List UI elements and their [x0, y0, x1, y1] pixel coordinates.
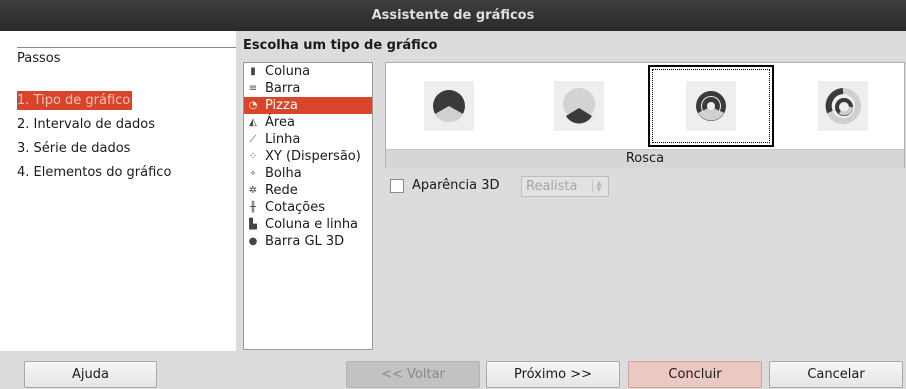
- step-data-series[interactable]: 3. Série de dados: [17, 139, 132, 158]
- exploded-pie-icon: [554, 81, 604, 131]
- chart-type-net[interactable]: ✲ Rede: [244, 182, 372, 199]
- steps-divider: [17, 47, 236, 48]
- chart-type-label: Rede: [265, 183, 298, 198]
- chart-type-area[interactable]: ◭ Área: [244, 114, 372, 131]
- chart-type-stock[interactable]: ╫ Cotações: [244, 199, 372, 216]
- back-button[interactable]: << Voltar: [346, 361, 480, 388]
- chart-type-line[interactable]: ⟋ Linha: [244, 131, 372, 148]
- cancel-button[interactable]: Cancelar: [769, 361, 903, 388]
- chart-type-column[interactable]: ▮ Coluna: [244, 63, 372, 80]
- variant-exploded-donut[interactable]: [780, 65, 906, 147]
- chart-type-bar[interactable]: ≡ Barra: [244, 80, 372, 97]
- appearance-3d-label: Aparência 3D: [412, 178, 500, 193]
- chart-type-label: Pizza: [265, 98, 298, 113]
- spin-arrows-icon: ▲ ▼: [592, 180, 605, 193]
- chart-type-label: Barra: [265, 81, 301, 96]
- finish-button[interactable]: Concluir: [628, 361, 762, 388]
- area-chart-icon: ◭: [249, 117, 257, 128]
- exploded-donut-icon: [818, 81, 868, 131]
- steps-title: Passos: [17, 51, 61, 66]
- chart-type-column-line[interactable]: ▙ Coluna e linha: [244, 216, 372, 233]
- chart-type-bubble[interactable]: ∘ Bolha: [244, 165, 372, 182]
- chart-type-gl3d-bar[interactable]: ● Barra GL 3D: [244, 233, 372, 250]
- appearance-scheme-select: Realista ▲ ▼: [521, 176, 609, 197]
- chart-variant-panel: Rosca: [385, 62, 905, 168]
- donut-icon: [686, 81, 736, 131]
- section-title: Escolha um tipo de gráfico: [243, 38, 438, 53]
- chart-type-label: Coluna: [265, 64, 311, 79]
- bar-chart-icon: ≡: [248, 83, 258, 94]
- appearance-scheme-value: Realista: [526, 179, 578, 194]
- variant-name-label: Rosca: [386, 149, 904, 168]
- help-button[interactable]: Ajuda: [24, 361, 157, 388]
- chart-type-label: Área: [265, 115, 295, 130]
- line-chart-icon: ⟋: [249, 134, 257, 145]
- chart-type-label: Coluna e linha: [265, 217, 359, 232]
- chart-type-label: Linha: [265, 132, 301, 147]
- variant-normal-pie[interactable]: [386, 65, 512, 147]
- step-chart-elements[interactable]: 4. Elementos do gráfico: [17, 163, 173, 182]
- bubble-chart-icon: ∘: [249, 168, 257, 179]
- variant-donut[interactable]: [648, 65, 774, 147]
- step-data-range[interactable]: 2. Intervalo de dados: [17, 115, 157, 134]
- chart-type-label: XY (Dispersão): [265, 149, 361, 164]
- chart-type-scatter[interactable]: ⁘ XY (Dispersão): [244, 148, 372, 165]
- stock-chart-icon: ╫: [249, 202, 257, 213]
- appearance-3d-checkbox[interactable]: [390, 178, 404, 193]
- chart-type-label: Bolha: [265, 166, 302, 181]
- chart-type-label: Barra GL 3D: [265, 234, 345, 249]
- net-chart-icon: ✲: [248, 185, 258, 196]
- pie-chart-icon: ◔: [248, 100, 258, 111]
- normal-pie-icon: [424, 81, 474, 131]
- next-button[interactable]: Próximo >>: [486, 361, 620, 388]
- chart-type-list[interactable]: ▮ Coluna ≡ Barra ◔ Pizza ◭ Área ⟋ Linha …: [243, 62, 373, 350]
- column-line-chart-icon: ▙: [249, 219, 257, 230]
- appearance-3d-option[interactable]: Aparência 3D: [390, 178, 500, 193]
- column-chart-icon: ▮: [250, 66, 256, 77]
- chart-type-label: Cotações: [265, 200, 325, 215]
- scatter-chart-icon: ⁘: [248, 151, 258, 162]
- window-title: Assistente de gráficos: [0, 0, 906, 31]
- steps-panel: Passos 1. Tipo de gráfico 2. Intervalo d…: [0, 31, 236, 351]
- variant-exploded-pie[interactable]: [516, 65, 642, 147]
- chart-type-pie[interactable]: ◔ Pizza: [244, 97, 372, 114]
- step-chart-type[interactable]: 1. Tipo de gráfico: [17, 91, 133, 110]
- gl3d-bar-chart-icon: ●: [248, 236, 258, 247]
